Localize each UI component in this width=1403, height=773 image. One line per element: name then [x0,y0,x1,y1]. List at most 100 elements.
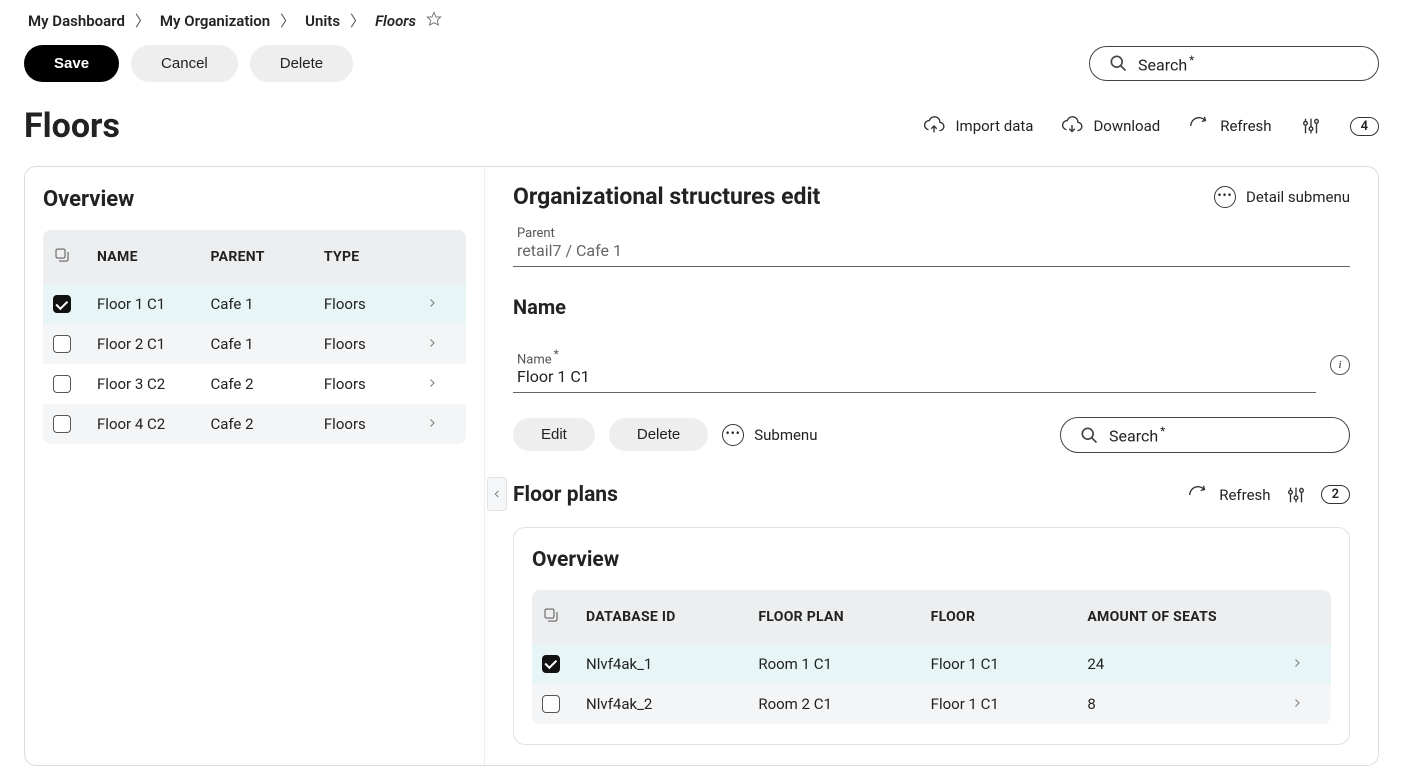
col-parent: PARENT [210,249,323,265]
chevron-right-icon[interactable] [1291,695,1321,713]
cell-parent: Cafe 1 [210,295,323,313]
floorplans-table: DATABASE ID FLOOR PLAN FLOOR AMOUNT OF S… [532,590,1331,724]
floorplans-count: 2 [1321,485,1350,504]
overview-table: NAME PARENT TYPE Floor 1 C1 Cafe 1 Floor… [43,230,466,444]
chevron-right-icon[interactable] [426,415,456,433]
cell-seats: 8 [1087,695,1291,713]
download-action[interactable]: Download [1061,115,1160,137]
star-icon[interactable] [426,11,442,31]
cell-type: Floors [324,375,426,393]
cell-name: Floor 3 C2 [97,375,210,393]
refresh-icon [1187,484,1209,506]
floorplans-panel: Overview DATABASE ID FLOOR PLAN FLOOR AM… [513,527,1350,745]
chevron-right-icon[interactable] [426,335,456,353]
detail-submenu[interactable]: ••• Detail submenu [1214,186,1350,208]
search-input[interactable]: Search* [1089,46,1379,81]
cell-dbid: Nlvf4ak_2 [586,695,758,713]
cancel-button[interactable]: Cancel [131,45,238,82]
chevron-right-icon[interactable] [426,375,456,393]
cell-name: Floor 1 C1 [97,295,210,313]
cloud-upload-icon [923,115,945,137]
settings-action[interactable] [1300,115,1322,137]
name-field[interactable]: Name* Floor 1 C1 [513,343,1316,393]
cell-dbid: Nlvf4ak_1 [586,655,758,673]
collapse-handle[interactable] [487,477,507,511]
page-actions: Import data Download Refresh 4 [923,115,1379,137]
table-row[interactable]: Floor 2 C1 Cafe 1 Floors [43,324,466,364]
cell-seats: 24 [1087,655,1291,673]
row-checkbox[interactable] [53,375,71,393]
action-bar: Save Cancel Delete Search* [10,45,1393,82]
row-checkbox[interactable] [542,655,560,673]
chevron-right-icon[interactable] [1291,655,1321,673]
table-row[interactable]: Floor 4 C2 Cafe 2 Floors [43,404,466,444]
cloud-download-icon [1061,115,1083,137]
select-all-icon[interactable] [53,246,97,268]
table-row[interactable]: Nlvf4ak_2 Room 2 C1 Floor 1 C1 8 [532,684,1331,724]
more-icon: ••• [722,424,744,446]
submenu-button[interactable]: ••• Submenu [722,424,817,446]
cell-parent: Cafe 2 [210,375,323,393]
import-action[interactable]: Import data [923,115,1033,137]
breadcrumb-item[interactable]: My Dashboard [28,12,125,30]
col-name: NAME [97,249,210,265]
refresh-icon [1188,115,1210,137]
more-icon: ••• [1214,186,1236,208]
row-checkbox[interactable] [542,695,560,713]
cell-name: Floor 4 C2 [97,415,210,433]
table-header: DATABASE ID FLOOR PLAN FLOOR AMOUNT OF S… [532,590,1331,644]
delete-button-detail[interactable]: Delete [609,418,708,451]
parent-label: Parent [517,226,1346,241]
edit-button[interactable]: Edit [513,418,595,451]
delete-button[interactable]: Delete [250,45,353,82]
detail-pane: Organizational structures edit ••• Detai… [485,167,1378,765]
table-row[interactable]: Nlvf4ak_1 Room 1 C1 Floor 1 C1 24 [532,644,1331,684]
overview-title: Overview [43,187,466,212]
cell-type: Floors [324,295,426,313]
refresh-action[interactable]: Refresh [1188,115,1271,137]
page-title: Floors [24,106,120,146]
parent-value: retail7 / Cafe 1 [517,241,1346,260]
count-badge: 4 [1350,117,1379,136]
parent-field[interactable]: Parent retail7 / Cafe 1 [513,222,1350,267]
info-icon[interactable]: i [1330,355,1350,375]
row-checkbox[interactable] [53,335,71,353]
search-label: Search* [1109,424,1165,445]
breadcrumb-sep: 〉 [280,10,295,31]
table-row[interactable]: Floor 1 C1 Cafe 1 Floors [43,284,466,324]
title-row: Floors Import data Download Refresh 4 [10,82,1393,156]
search-icon [1079,425,1099,445]
breadcrumb-sep: 〉 [350,10,365,31]
chevron-right-icon[interactable] [426,295,456,313]
select-all-icon[interactable] [542,606,586,628]
col-seats: AMOUNT OF SEATS [1087,609,1291,625]
breadcrumb-item[interactable]: Units [305,12,340,30]
breadcrumb-item[interactable]: My Organization [160,12,270,30]
sliders-floorplans[interactable] [1285,484,1307,506]
cell-floor: Floor 1 C1 [931,655,1088,673]
breadcrumb-current: Floors [375,12,416,30]
search-label: Search* [1138,53,1194,74]
row-checkbox[interactable] [53,295,71,313]
search-input-detail[interactable]: Search* [1060,417,1350,452]
cell-type: Floors [324,335,426,353]
name-label: Name* [517,347,1312,367]
col-dbid: DATABASE ID [586,609,758,625]
table-row[interactable]: Floor 3 C2 Cafe 2 Floors [43,364,466,404]
cell-floor: Floor 1 C1 [931,695,1088,713]
search-icon [1108,53,1128,73]
overview-pane: Overview NAME PARENT TYPE Floor 1 C1 Caf… [25,167,485,765]
floorplans-overview-title: Overview [532,548,1331,572]
floorplans-title: Floor plans [513,483,618,507]
main-panel: Overview NAME PARENT TYPE Floor 1 C1 Caf… [24,166,1379,766]
cell-parent: Cafe 1 [210,335,323,353]
breadcrumb: My Dashboard 〉 My Organization 〉 Units 〉… [10,10,1393,45]
sliders-icon [1300,115,1322,137]
cell-plan: Room 2 C1 [758,695,930,713]
save-button[interactable]: Save [24,45,119,82]
row-checkbox[interactable] [53,415,71,433]
sliders-icon [1285,484,1307,506]
table-header: NAME PARENT TYPE [43,230,466,284]
refresh-floorplans[interactable]: Refresh [1187,484,1270,506]
mid-actions: Edit Delete ••• Submenu Search* [513,417,1350,452]
